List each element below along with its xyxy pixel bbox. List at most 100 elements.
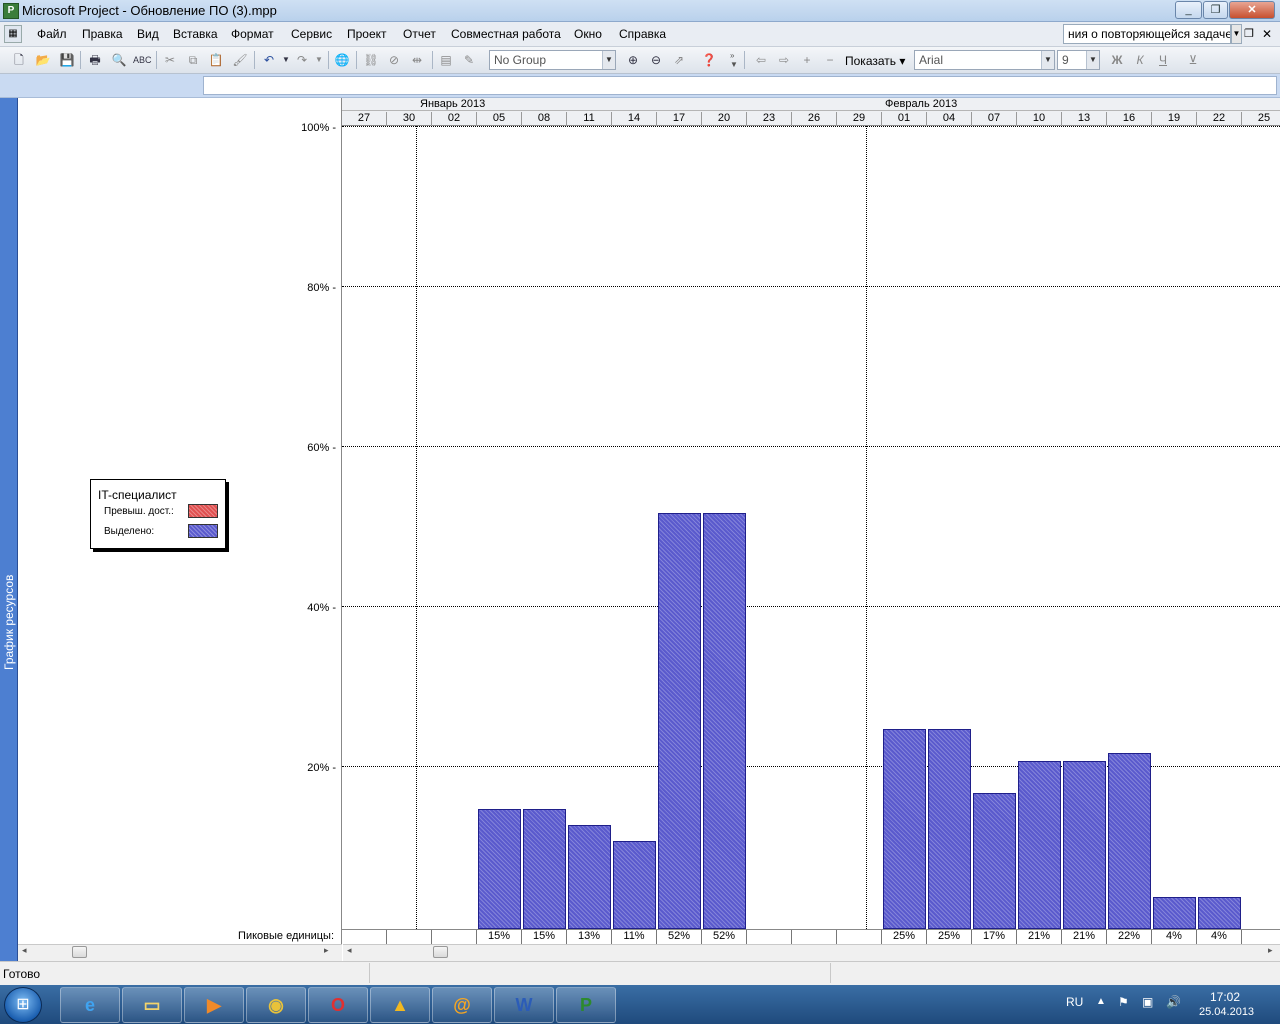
chevron-down-icon[interactable]: ▼ — [1041, 51, 1054, 69]
aimp-icon[interactable]: ▲ — [370, 987, 430, 1023]
restore-button[interactable]: ❐ — [1203, 1, 1228, 19]
mail-agent-icon[interactable]: @ — [432, 987, 492, 1023]
bold-button[interactable]: Ж — [1108, 51, 1126, 69]
menu-insert[interactable]: Вставка — [173, 27, 218, 41]
redo-dropdown-icon[interactable]: ▼ — [310, 51, 328, 69]
spelling-icon[interactable]: ABC — [133, 51, 152, 69]
volume-icon[interactable]: 🔊 — [1166, 995, 1181, 1009]
allocation-bar[interactable] — [568, 825, 611, 929]
show-subtasks-icon[interactable]: + — [798, 51, 816, 69]
split-task-icon[interactable]: ⇹ — [408, 51, 426, 69]
italic-button[interactable]: К — [1131, 51, 1149, 69]
show-menu-button[interactable]: Показать ▾ — [845, 54, 905, 68]
scroll-to-task-icon[interactable]: ⇗ — [670, 51, 688, 69]
new-icon[interactable]: 🗋 — [10, 51, 28, 69]
internet-explorer-icon[interactable]: e — [60, 987, 120, 1023]
indent-icon[interactable]: ⇨ — [775, 51, 793, 69]
view-bar[interactable]: График ресурсов — [0, 98, 18, 961]
allocation-bar[interactable] — [928, 729, 971, 929]
document-icon[interactable]: ▦ — [4, 25, 22, 43]
save-icon[interactable]: 💾 — [58, 51, 76, 69]
close-button[interactable]: ✕ — [1229, 1, 1275, 19]
left-horizontal-scrollbar[interactable] — [18, 944, 342, 961]
filter-icon[interactable]: ⊻ — [1184, 51, 1202, 69]
menu-project[interactable]: Проект — [347, 27, 387, 41]
group-by-combo[interactable]: No Group ▼ — [489, 50, 616, 70]
scrollbar-thumb[interactable] — [433, 946, 448, 958]
hyperlink-globe-icon[interactable]: 🌐 — [333, 51, 351, 69]
outdent-icon[interactable]: ⇦ — [752, 51, 770, 69]
entry-field[interactable] — [203, 76, 1277, 95]
resource-graph-plot[interactable] — [342, 126, 1280, 929]
notes-icon[interactable]: ✎ — [460, 51, 478, 69]
zoom-in-icon[interactable]: ⊕ — [624, 51, 642, 69]
opera-icon[interactable]: O — [308, 987, 368, 1023]
timescale[interactable]: Январь 2013 Февраль 2013 27 30 02 05 08 11 14 1… — [342, 98, 1280, 126]
print-preview-icon[interactable]: 🔍 — [110, 51, 128, 69]
chevron-down-icon[interactable]: ▼ — [1086, 51, 1099, 69]
menu-format[interactable]: Формат — [231, 27, 274, 41]
underline-button[interactable]: Ч — [1154, 51, 1172, 69]
allocation-bar[interactable] — [613, 841, 656, 929]
minimize-button[interactable]: _ — [1175, 1, 1202, 19]
menu-report[interactable]: Отчет — [403, 27, 436, 41]
action-center-flag-icon[interactable]: ⚑ — [1118, 995, 1129, 1009]
scroll-left-icon[interactable]: ◂ — [22, 945, 27, 956]
allocation-bar[interactable] — [523, 809, 566, 929]
scrollbar-thumb[interactable] — [72, 946, 87, 958]
undo-icon[interactable]: ↶ — [260, 51, 278, 69]
msproject-taskbar-icon[interactable]: P — [556, 987, 616, 1023]
unlink-tasks-icon[interactable]: ⊘ — [385, 51, 403, 69]
font-combo[interactable]: Arial ▼ — [914, 50, 1055, 70]
menu-tools[interactable]: Сервис — [291, 27, 332, 41]
chevron-down-icon[interactable]: ▼ — [602, 51, 615, 69]
allocation-bar[interactable] — [973, 793, 1016, 929]
cut-icon[interactable]: ✂ — [161, 51, 179, 69]
link-tasks-icon[interactable]: ⛓ — [362, 51, 380, 69]
scroll-left-icon[interactable]: ◂ — [347, 945, 352, 956]
media-player-icon[interactable]: ▶ — [184, 987, 244, 1023]
font-size-combo[interactable]: 9 ▼ — [1057, 50, 1100, 70]
allocation-bar[interactable] — [478, 809, 521, 929]
menu-view[interactable]: Вид — [137, 27, 159, 41]
allocation-bar[interactable] — [1198, 897, 1241, 929]
help-dropdown-button[interactable]: ▼ — [1231, 24, 1242, 44]
clock-date[interactable]: 25.04.2013 — [1199, 1006, 1254, 1018]
menu-edit[interactable]: Правка — [82, 27, 123, 41]
chrome-icon[interactable]: ◉ — [246, 987, 306, 1023]
menu-window[interactable]: Окно — [574, 27, 602, 41]
toolbar-options-icon[interactable]: » ▼ — [730, 51, 738, 69]
help-search-input[interactable]: ния о повторяющейся задаче — [1063, 24, 1231, 44]
allocation-bar[interactable] — [1153, 897, 1196, 929]
menu-file[interactable]: Файл — [37, 27, 67, 41]
print-icon[interactable]: 🖶 — [86, 51, 104, 69]
restore-doc-icon[interactable]: ❐ — [1244, 27, 1254, 40]
allocation-bar[interactable] — [1108, 753, 1151, 929]
task-info-icon[interactable]: ▤ — [437, 51, 455, 69]
tray-expand-icon[interactable]: ▲ — [1096, 996, 1106, 1007]
scroll-right-icon[interactable]: ▸ — [324, 945, 329, 956]
menu-help[interactable]: Справка — [619, 27, 666, 41]
allocation-bar[interactable] — [703, 513, 746, 929]
open-icon[interactable]: 📂 — [34, 51, 52, 69]
hide-subtasks-icon[interactable]: − — [821, 51, 839, 69]
clock-time[interactable]: 17:02 — [1210, 990, 1240, 1004]
language-indicator[interactable]: RU — [1066, 995, 1083, 1009]
allocation-bar[interactable] — [1018, 761, 1061, 929]
start-button[interactable]: ⊞ — [4, 987, 42, 1023]
allocation-bar[interactable] — [658, 513, 701, 929]
redo-icon[interactable]: ↷ — [293, 51, 311, 69]
format-painter-icon[interactable]: 🖌 — [231, 51, 249, 69]
word-icon[interactable]: W — [494, 987, 554, 1023]
explorer-folder-icon[interactable]: ▭ — [122, 987, 182, 1023]
scroll-right-icon[interactable]: ▸ — [1268, 945, 1273, 956]
allocation-bar[interactable] — [1063, 761, 1106, 929]
help-icon[interactable]: ❓ — [700, 51, 718, 69]
paste-icon[interactable]: 📋 — [207, 51, 225, 69]
close-doc-icon[interactable]: ✕ — [1262, 27, 1272, 41]
chart-horizontal-scrollbar[interactable] — [343, 944, 1280, 961]
menu-collaborate[interactable]: Совместная работа — [451, 27, 561, 41]
copy-icon[interactable]: ⧉ — [184, 51, 202, 69]
allocation-bar[interactable] — [883, 729, 926, 929]
zoom-out-icon[interactable]: ⊖ — [647, 51, 665, 69]
